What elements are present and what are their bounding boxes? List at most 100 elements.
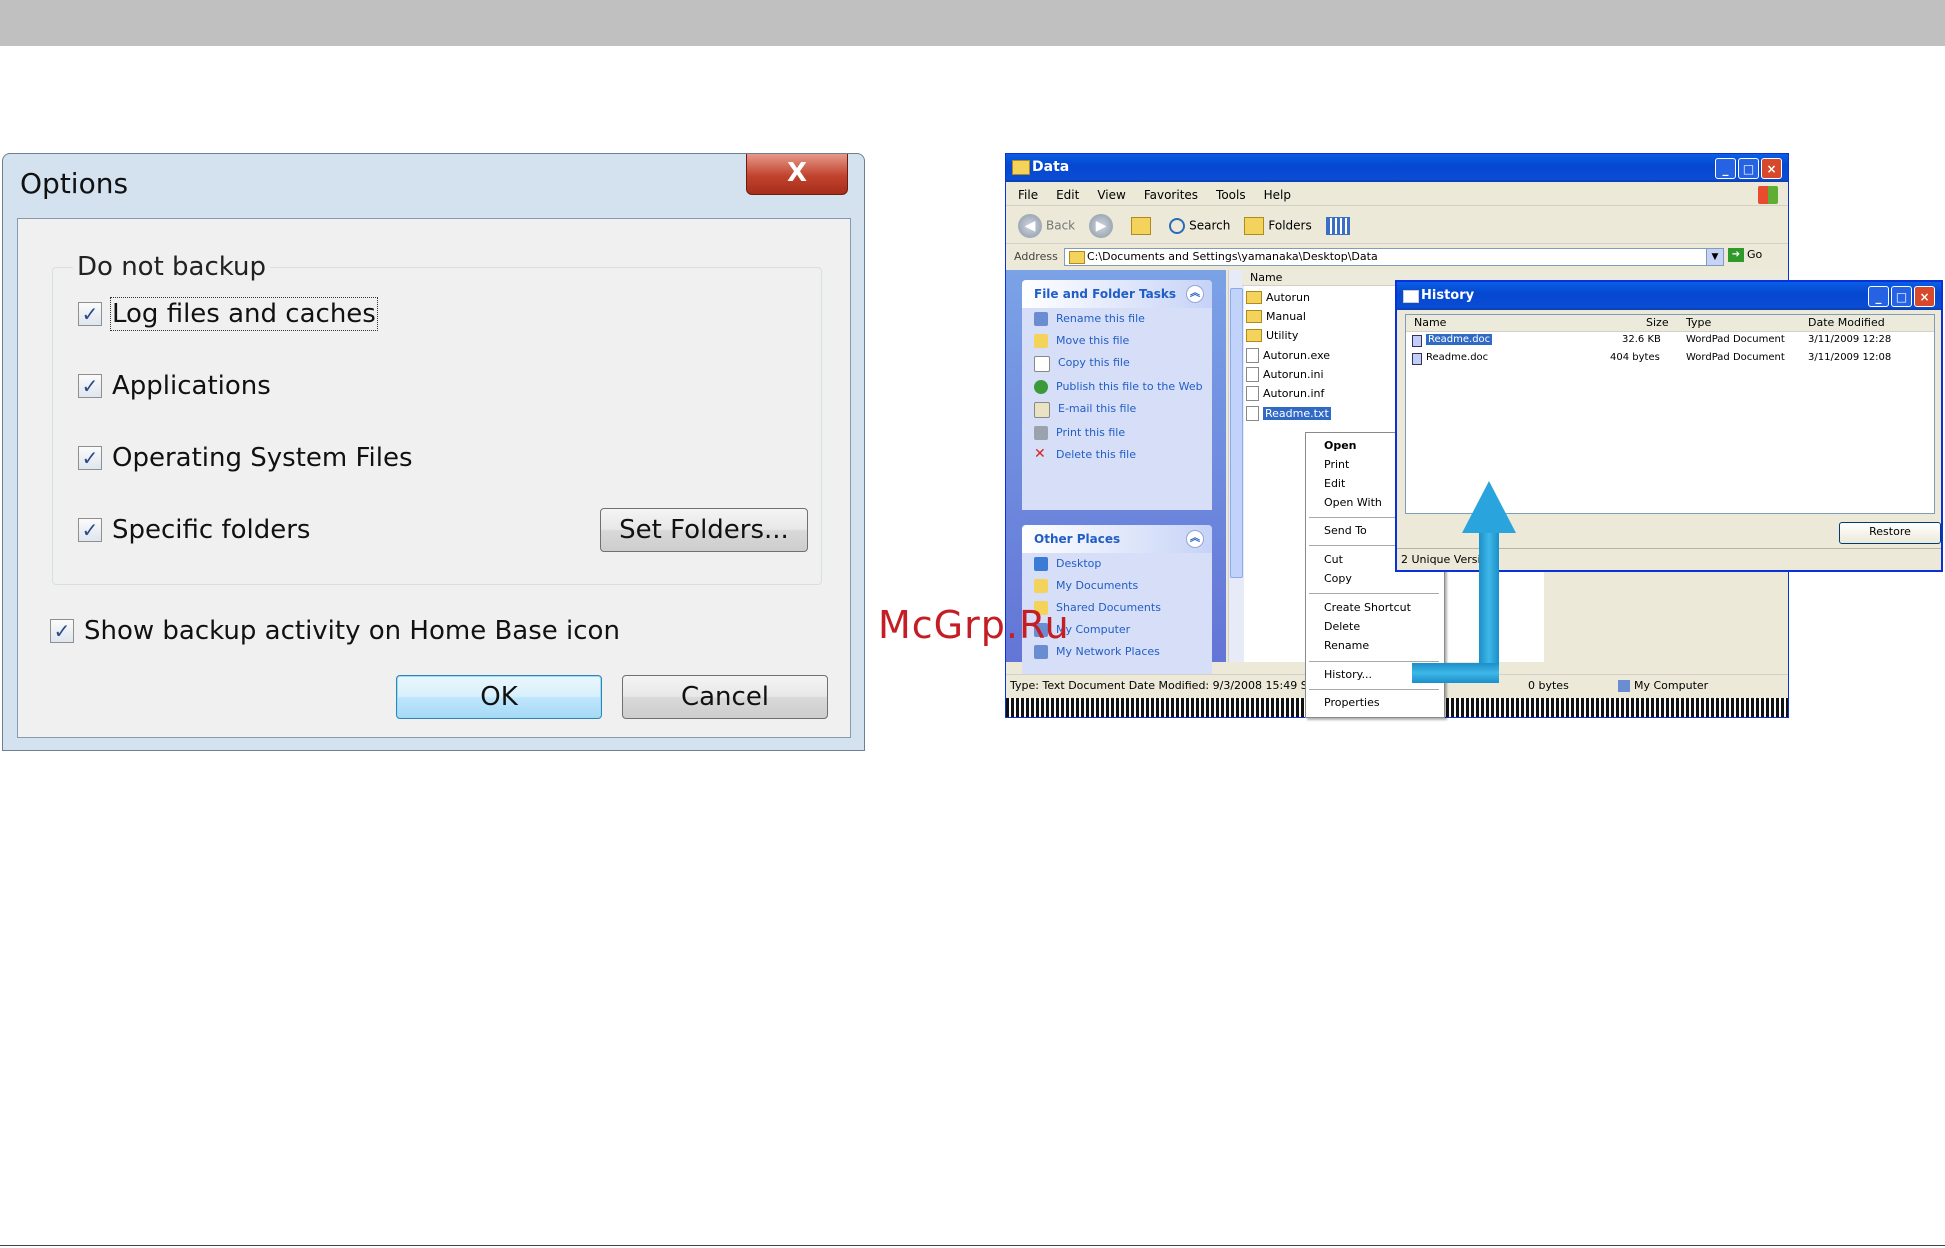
place-desktop[interactable]: Desktop <box>1022 553 1212 575</box>
menu-tools[interactable]: Tools <box>1216 184 1246 205</box>
menu-view[interactable]: View <box>1097 184 1125 205</box>
show-activity-checkbox[interactable]: ✓ <box>50 619 74 643</box>
minimize-button[interactable]: _ <box>1715 158 1736 179</box>
ok-button[interactable]: OK <box>396 675 602 719</box>
task-print[interactable]: Print this file <box>1022 422 1212 444</box>
close-button[interactable]: × <box>1761 158 1782 179</box>
set-folders-button[interactable]: Set Folders... <box>600 508 808 552</box>
menu-separator <box>1309 661 1439 662</box>
file-row[interactable]: Autorun.exe <box>1246 348 1330 363</box>
status-zone-label: My Computer <box>1634 679 1709 692</box>
specific-folders-option[interactable]: ✓ Specific folders <box>78 515 310 545</box>
os-files-checkbox[interactable]: ✓ <box>78 446 102 470</box>
show-activity-option[interactable]: ✓ Show backup activity on Home Base icon <box>50 616 620 646</box>
menu-delete[interactable]: Delete <box>1324 620 1360 633</box>
folder-icon <box>1012 160 1030 175</box>
col-type[interactable]: Type <box>1686 316 1711 329</box>
panel-title[interactable]: Other Places ︽ <box>1022 525 1212 553</box>
version-row-selected[interactable]: Readme.doc 32.6 KB WordPad Document 3/11… <box>1406 333 1934 349</box>
menu-create-shortcut[interactable]: Create Shortcut <box>1324 601 1411 614</box>
menu-edit[interactable]: Edit <box>1056 184 1079 205</box>
col-size[interactable]: Size <box>1646 316 1669 329</box>
file-row[interactable]: Autorun <box>1246 291 1310 304</box>
version-date: 3/11/2009 12:08 <box>1808 352 1892 363</box>
address-bar: Address C:\Documents and Settings\yamana… <box>1006 246 1788 268</box>
status-zone: My Computer <box>1618 679 1708 692</box>
status-size: 0 bytes <box>1528 679 1569 692</box>
task-copy[interactable]: Copy this file <box>1022 352 1212 376</box>
menu-separator <box>1309 593 1439 594</box>
menu-print[interactable]: Print <box>1324 458 1349 471</box>
menu-properties[interactable]: Properties <box>1324 696 1380 709</box>
panel-title[interactable]: File and Folder Tasks ︽ <box>1022 280 1212 308</box>
folder-icon <box>1246 329 1262 342</box>
file-name: Autorun.inf <box>1263 387 1325 400</box>
version-list-header: Name Size Type Date Modified <box>1406 315 1934 332</box>
views-icon[interactable] <box>1325 216 1350 235</box>
restore-button[interactable]: Restore <box>1839 522 1941 544</box>
up-folder-icon[interactable] <box>1131 216 1152 235</box>
text-file-icon <box>1246 406 1259 421</box>
history-title: History <box>1421 288 1475 303</box>
maximize-button[interactable]: □ <box>1891 286 1912 307</box>
address-label: Address <box>1014 250 1058 263</box>
task-publish[interactable]: Publish this file to the Web <box>1022 376 1212 398</box>
place-my-documents[interactable]: My Documents <box>1022 575 1212 597</box>
menu-help[interactable]: Help <box>1264 184 1291 205</box>
file-name: Manual <box>1266 310 1306 323</box>
task-move[interactable]: Move this file <box>1022 330 1212 352</box>
task-label: Print this file <box>1056 426 1126 439</box>
version-name: Readme.doc <box>1426 334 1493 345</box>
cancel-button[interactable]: Cancel <box>622 675 828 719</box>
collapse-icon[interactable]: ︽ <box>1186 530 1204 548</box>
back-button[interactable]: ◀ Back <box>1018 213 1075 238</box>
search-label: Search <box>1189 218 1231 232</box>
callout-arrow-shaft <box>1479 531 1499 679</box>
specific-folders-checkbox[interactable]: ✓ <box>78 518 102 542</box>
file-row-selected[interactable]: Readme.txt <box>1246 406 1331 421</box>
version-size: 32.6 KB <box>1622 334 1661 345</box>
maximize-button[interactable]: □ <box>1738 158 1759 179</box>
log-files-checkbox[interactable]: ✓ <box>78 302 102 326</box>
email-icon <box>1034 402 1050 418</box>
col-date[interactable]: Date Modified <box>1808 316 1885 329</box>
address-input[interactable]: C:\Documents and Settings\yamanaka\Deskt… <box>1064 248 1724 266</box>
menu-send-to[interactable]: Send To <box>1324 524 1367 537</box>
col-name[interactable]: Name <box>1414 316 1446 329</box>
log-files-option[interactable]: ✓ Log files and caches <box>78 297 378 331</box>
collapse-icon[interactable]: ︽ <box>1186 285 1204 303</box>
menu-open-with[interactable]: Open With <box>1324 496 1382 509</box>
menu-edit[interactable]: Edit <box>1324 477 1345 490</box>
file-list-scrollbar[interactable] <box>1228 270 1245 662</box>
os-files-option[interactable]: ✓ Operating System Files <box>78 443 413 473</box>
task-rename[interactable]: Rename this file <box>1022 308 1212 330</box>
menu-open[interactable]: Open <box>1324 439 1357 452</box>
menu-copy[interactable]: Copy <box>1324 572 1352 585</box>
copy-icon <box>1034 356 1050 372</box>
search-button[interactable]: Search <box>1169 217 1231 234</box>
applications-checkbox[interactable]: ✓ <box>78 374 102 398</box>
file-row[interactable]: Utility <box>1246 329 1298 342</box>
close-button[interactable]: X <box>746 154 848 195</box>
applications-option[interactable]: ✓ Applications <box>78 371 271 401</box>
file-row[interactable]: Autorun.ini <box>1246 367 1324 382</box>
close-button[interactable]: × <box>1914 286 1935 307</box>
folders-button[interactable]: Folders <box>1244 216 1312 235</box>
address-dropdown[interactable]: ▼ <box>1706 249 1723 265</box>
menu-history[interactable]: History... <box>1324 668 1372 681</box>
menu-rename[interactable]: Rename <box>1324 639 1369 652</box>
scroll-thumb[interactable] <box>1230 288 1243 578</box>
go-button[interactable]: ➔ Go <box>1728 248 1762 262</box>
task-delete[interactable]: ✕ Delete this file <box>1022 444 1212 466</box>
task-email[interactable]: E-mail this file <box>1022 398 1212 422</box>
show-activity-label: Show backup activity on Home Base icon <box>84 616 620 646</box>
version-row[interactable]: Readme.doc 404 bytes WordPad Document 3/… <box>1406 351 1934 367</box>
file-row[interactable]: Autorun.inf <box>1246 386 1324 401</box>
menu-favorites[interactable]: Favorites <box>1144 184 1198 205</box>
file-row[interactable]: Manual <box>1246 310 1306 323</box>
search-icon <box>1169 217 1186 234</box>
minimize-button[interactable]: _ <box>1868 286 1889 307</box>
forward-button[interactable]: ▶ <box>1089 213 1114 238</box>
menu-cut[interactable]: Cut <box>1324 553 1343 566</box>
menu-file[interactable]: File <box>1018 184 1038 205</box>
